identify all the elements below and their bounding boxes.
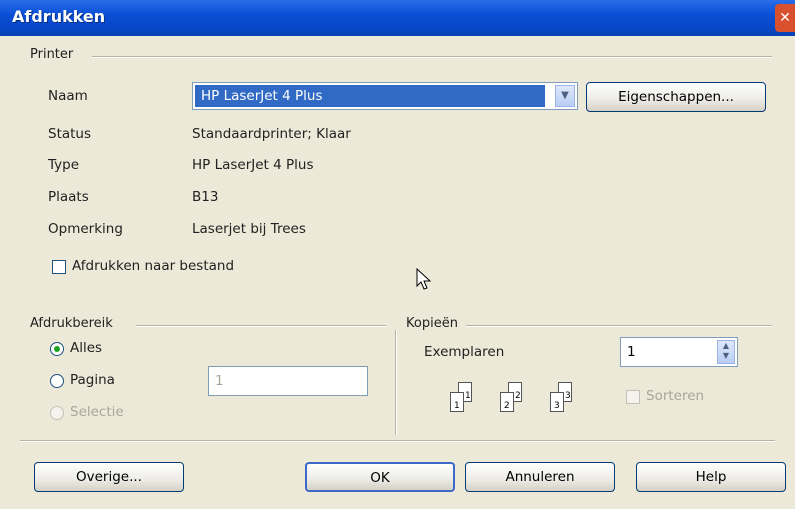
help-button[interactable]: Help <box>636 462 786 492</box>
pages-input[interactable]: 1 <box>208 366 368 396</box>
group-separator <box>395 330 397 435</box>
printer-name-select[interactable]: HP LaserJet 4 Plus ▼ <box>192 82 578 110</box>
copies-count-input[interactable]: 1 ▲ ▼ <box>620 337 738 367</box>
range-group-divider <box>136 325 386 327</box>
close-button[interactable]: ✕ <box>775 4 795 32</box>
printer-group-divider <box>92 56 772 58</box>
printer-name-value: HP LaserJet 4 Plus <box>195 85 545 107</box>
location-label: Plaats <box>48 189 89 205</box>
cancel-button[interactable]: Annuleren <box>465 462 615 492</box>
copies-count-label: Exemplaren <box>424 344 505 360</box>
title-bar[interactable]: Afdrukken ✕ <box>0 0 795 36</box>
collate-checkbox[interactable] <box>626 390 640 404</box>
copies-group-divider <box>466 325 772 327</box>
type-label: Type <box>48 157 80 173</box>
location-value: B13 <box>192 189 219 205</box>
close-icon: ✕ <box>779 10 791 26</box>
range-selection-label[interactable]: Selectie <box>70 404 124 420</box>
range-all-radio[interactable] <box>50 342 64 356</box>
type-value: HP LaserJet 4 Plus <box>192 157 314 173</box>
status-label: Status <box>48 126 92 142</box>
status-value: Standaardprinter; Klaar <box>192 126 351 142</box>
bottom-divider <box>20 440 775 442</box>
ok-button[interactable]: OK <box>305 462 455 492</box>
collate-label[interactable]: Sorteren <box>646 388 704 404</box>
range-pages-label[interactable]: Pagina <box>70 372 115 388</box>
chevron-down-icon[interactable]: ▼ <box>555 85 575 107</box>
print-to-file-checkbox[interactable] <box>52 260 66 274</box>
mouse-cursor-icon <box>416 268 432 290</box>
range-all-label[interactable]: Alles <box>70 340 102 356</box>
window-title: Afdrukken <box>12 7 106 26</box>
range-selection-radio[interactable] <box>50 406 64 420</box>
collate-illustration: 1 1 2 2 3 3 <box>446 376 606 426</box>
other-button[interactable]: Overige... <box>34 462 184 492</box>
name-label: Naam <box>48 88 88 104</box>
range-group-label: Afdrukbereik <box>30 316 113 331</box>
copies-group-label: Kopieën <box>406 316 458 331</box>
comment-label: Opmerking <box>48 221 123 237</box>
spin-updown-icon[interactable]: ▲ ▼ <box>717 340 735 364</box>
print-to-file-label[interactable]: Afdrukken naar bestand <box>72 258 234 274</box>
printer-group-label: Printer <box>30 47 74 62</box>
properties-button[interactable]: Eigenschappen... <box>586 82 766 112</box>
range-pages-radio[interactable] <box>50 374 64 388</box>
comment-value: Laserjet bij Trees <box>192 221 306 237</box>
copies-count-value: 1 <box>627 344 636 360</box>
